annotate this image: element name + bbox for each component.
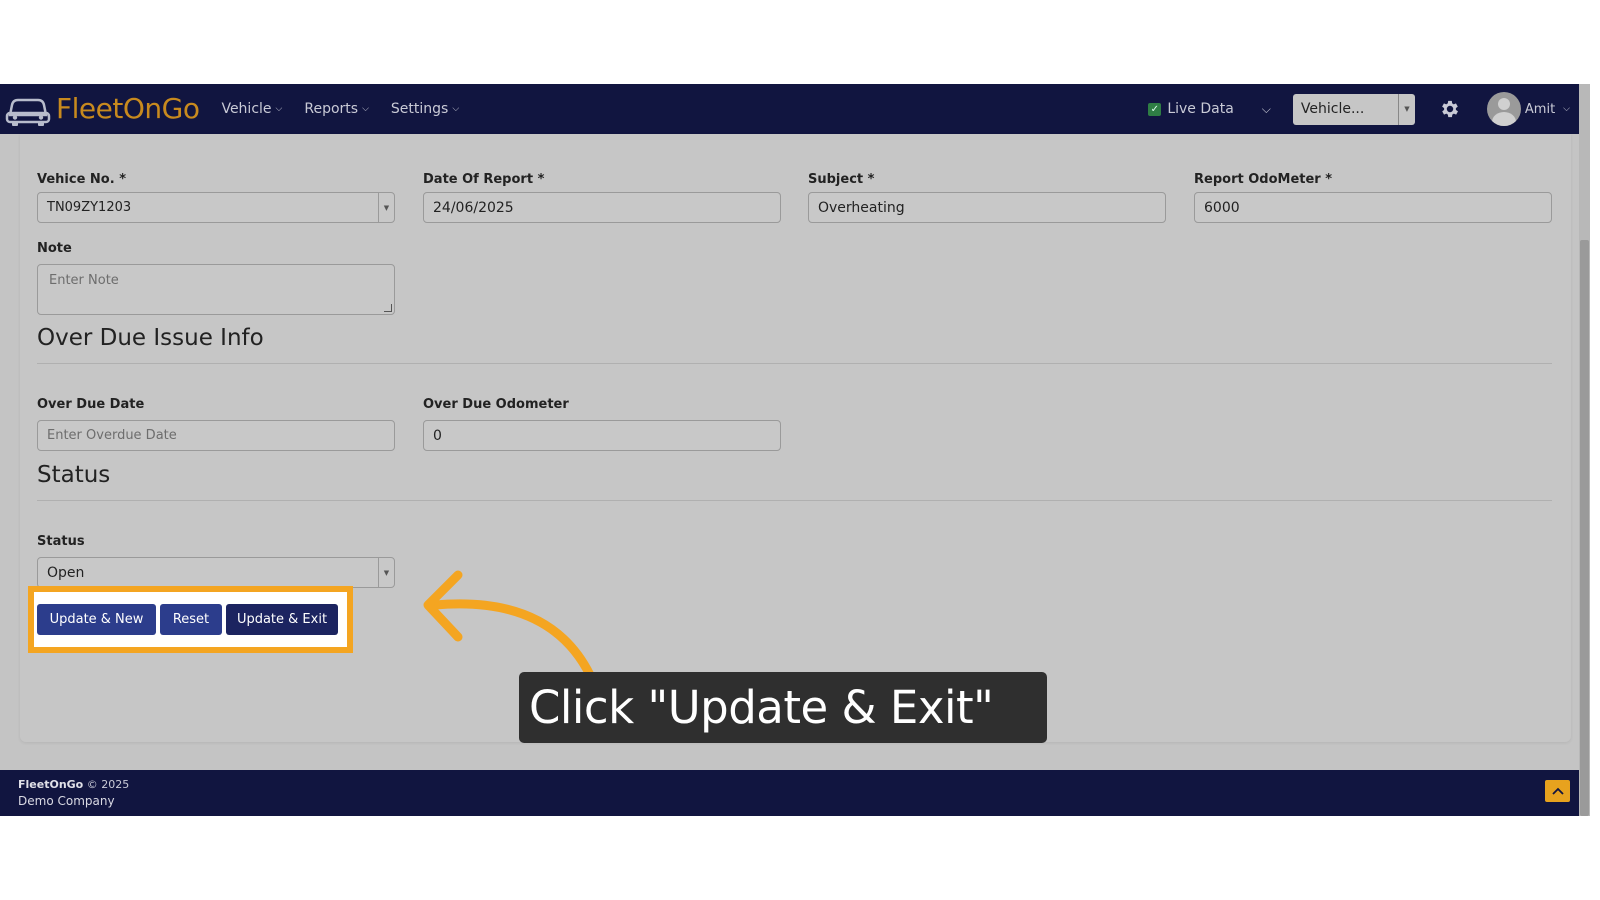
chevron-down-icon: ⌵ — [452, 104, 460, 114]
chevron-up-icon — [1551, 787, 1564, 795]
scrollbar-thumb[interactable] — [1580, 240, 1589, 816]
note-textarea[interactable]: Enter Note — [37, 264, 395, 315]
vehicle-no-label: Vehice No. * — [37, 172, 127, 187]
dropdown-arrow-icon[interactable]: ▼ — [1397, 93, 1415, 125]
footer-year: © 2025 — [86, 778, 130, 791]
resize-handle-icon[interactable] — [384, 304, 392, 312]
overdue-odometer-value: 0 — [433, 427, 442, 444]
main-menu: Vehicle ⌵ Reports ⌵ Settings ⌵ — [221, 101, 481, 117]
user-menu[interactable]: Amit ⌵ — [1486, 92, 1570, 126]
subject-input[interactable]: Overheating — [808, 192, 1166, 223]
note-placeholder: Enter Note — [49, 273, 119, 288]
checkbox-checked-icon[interactable]: ✓ — [1148, 102, 1162, 116]
brand-part-go: Go — [161, 92, 200, 125]
dropdown-arrow-icon[interactable]: ▼ — [378, 193, 394, 222]
chevron-down-icon: ⌵ — [362, 104, 369, 114]
live-data-label: Live Data — [1167, 101, 1234, 117]
date-of-report-value: 24/06/2025 — [433, 199, 514, 216]
overdue-odometer-input[interactable]: 0 — [423, 420, 781, 451]
nav-vehicle[interactable]: Vehicle ⌵ — [221, 101, 282, 117]
reset-button[interactable]: Reset — [160, 604, 222, 635]
footer-company: Demo Company — [18, 794, 115, 808]
status-label: Status — [37, 534, 85, 549]
status-select[interactable]: Open ▼ — [37, 557, 395, 588]
fleetongo-logo[interactable]: FleetOnGo — [4, 91, 200, 127]
overdue-section-title: Over Due Issue Info — [37, 325, 264, 351]
vehicle-no-value: TN09ZY1203 — [47, 200, 132, 215]
scroll-to-top-button[interactable] — [1545, 780, 1570, 802]
nav-settings[interactable]: Settings ⌵ — [391, 101, 459, 117]
top-navbar: FleetOnGo Vehicle ⌵ Reports ⌵ Settings ⌵ ✓ … — [0, 84, 1590, 134]
brand-wordmark: FleetOnGo — [56, 92, 200, 125]
overdue-date-input[interactable]: Enter Overdue Date — [37, 420, 395, 451]
vehicle-select[interactable]: Vehicle... ▼ — [1292, 93, 1415, 125]
subject-value: Overheating — [818, 199, 905, 216]
curved-arrow-icon — [423, 570, 595, 680]
brand-part-fleet: Fleet — [56, 92, 123, 125]
instruction-tooltip: Click "Update & Exit" — [519, 672, 1047, 743]
navbar-right: ✓ Live Data ⌵ Vehicle... ▼ Amit ⌵ — [1148, 84, 1590, 134]
brand-part-on: On — [122, 92, 162, 125]
avatar — [1486, 92, 1521, 126]
vehicle-no-select[interactable]: TN09ZY1203 ▼ — [37, 192, 395, 223]
date-of-report-input[interactable]: 24/06/2025 — [423, 192, 781, 223]
section-divider — [37, 363, 1552, 364]
update-and-new-button[interactable]: Update & New — [37, 604, 156, 635]
gear-icon[interactable] — [1435, 94, 1465, 124]
date-of-report-label: Date Of Report * — [423, 172, 545, 187]
car-logo-icon — [5, 98, 51, 126]
footer-copyright: FleetOnGo © 2025 — [18, 778, 129, 791]
dropdown-arrow-icon[interactable]: ▼ — [378, 558, 394, 587]
update-and-exit-button[interactable]: Update & Exit — [226, 604, 338, 635]
vehicle-select-value: Vehicle... — [1300, 101, 1365, 117]
report-odometer-value: 6000 — [1204, 199, 1240, 216]
nav-reports[interactable]: Reports ⌵ — [304, 101, 369, 117]
report-odometer-label: Report OdoMeter * — [1194, 172, 1333, 187]
section-divider — [37, 500, 1552, 501]
report-odometer-input[interactable]: 6000 — [1194, 192, 1552, 223]
overdue-date-label: Over Due Date — [37, 397, 145, 412]
footer-brand: FleetOnGo — [18, 778, 84, 791]
nav-vehicle-label: Vehicle — [221, 101, 272, 117]
chevron-down-icon[interactable]: ⌵ — [1262, 102, 1271, 117]
page-footer: FleetOnGo © 2025 Demo Company — [0, 770, 1590, 816]
chevron-down-icon: ⌵ — [1563, 104, 1570, 114]
page-scrollbar[interactable] — [1579, 84, 1590, 816]
status-section-title: Status — [37, 462, 111, 488]
tooltip-text: Click "Update & Exit" — [529, 681, 994, 734]
user-name: Amit — [1524, 101, 1556, 117]
nav-reports-label: Reports — [304, 101, 359, 117]
live-data-toggle[interactable]: ✓ Live Data — [1148, 101, 1234, 117]
overdue-date-placeholder: Enter Overdue Date — [47, 428, 177, 443]
chevron-down-icon: ⌵ — [275, 104, 283, 114]
subject-label: Subject * — [808, 172, 875, 187]
note-label: Note — [37, 241, 72, 256]
status-value: Open — [47, 564, 85, 581]
nav-settings-label: Settings — [390, 101, 449, 117]
overdue-odometer-label: Over Due Odometer — [423, 397, 569, 412]
